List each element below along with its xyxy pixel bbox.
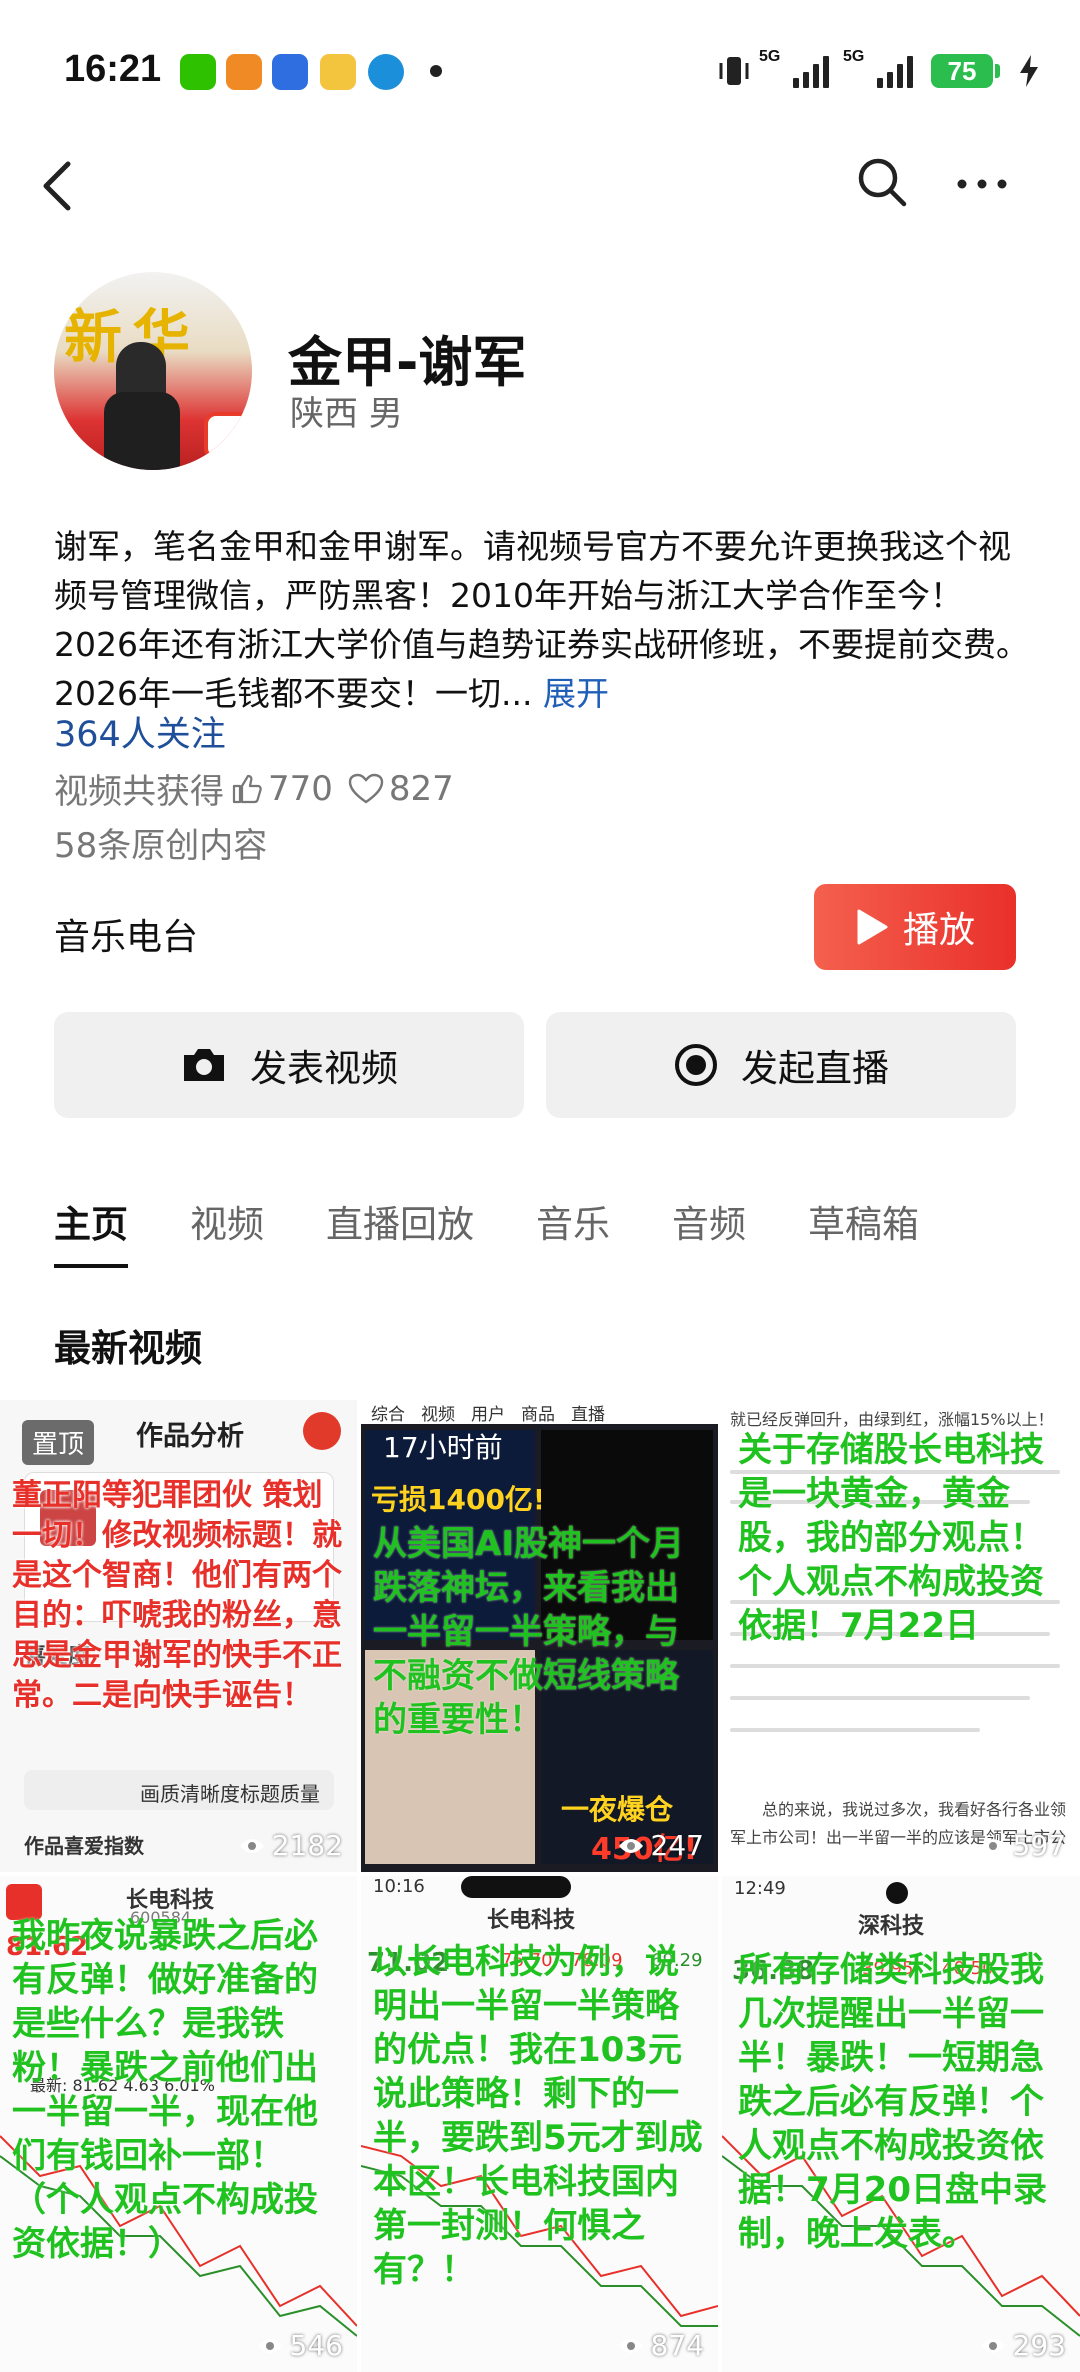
- profile-tabs: 主页 视频 直播回放 音乐 音频 草稿箱: [54, 1194, 981, 1268]
- more-button[interactable]: [952, 158, 1012, 210]
- play-label: 播放: [902, 910, 975, 951]
- view-count: 293: [979, 2329, 1066, 2362]
- time-badge: 17小时前: [383, 1431, 503, 1464]
- wechat-icon: [180, 54, 216, 90]
- tab-drafts[interactable]: 草稿箱: [808, 1194, 919, 1248]
- go-live-button[interactable]: 发起直播: [546, 1012, 1016, 1118]
- video-tile[interactable]: 作品分析 喜爱度 画质清晰度 标题质量 作品喜爱指数 置顶 董正阳等犯罪团伙 策…: [0, 1400, 357, 1872]
- views-icon: [618, 2338, 643, 2353]
- video-tile[interactable]: 长电科技 600584 81.62 最新: 81.62 4.63 6.01% 我…: [0, 1876, 357, 2372]
- video-tile[interactable]: 就已经反弹回升，由绿到红，涨幅15%以上！ 总的来说，我说过多次，我看好各行各业…: [722, 1400, 1080, 1872]
- views-icon: [239, 1838, 264, 1853]
- video-caption: 所有存储类科技股我几次提醒出一半留一半！暴跌！一短期急跌之后必有反弹！个人观点不…: [738, 1950, 1047, 2254]
- view-count: 597: [979, 1829, 1066, 1862]
- search-button[interactable]: [852, 152, 912, 212]
- status-right: 5G 5G 75: [717, 48, 1040, 92]
- following-count[interactable]: 364人关注: [54, 706, 226, 757]
- edge-icon: [368, 54, 404, 90]
- tab-audio[interactable]: 音频: [672, 1194, 746, 1248]
- view-count: 546: [256, 2329, 343, 2362]
- post-video-button[interactable]: 发表视频: [54, 1012, 524, 1118]
- app-58-icon: [226, 54, 262, 90]
- back-icon: [43, 161, 71, 211]
- go-live-label: 发起直播: [741, 1047, 889, 1090]
- status-time: 16:21: [64, 48, 162, 90]
- likes-count: 770: [268, 768, 333, 809]
- video-grid: 作品分析 喜爱度 画质清晰度 标题质量 作品喜爱指数 置顶 董正阳等犯罪团伙 策…: [0, 1400, 1080, 2372]
- charging-icon: [1020, 55, 1038, 87]
- weibo-icon: [320, 54, 356, 90]
- view-count: 2182: [238, 1829, 343, 1862]
- stock-app-icon: [272, 54, 308, 90]
- view-count: 874: [617, 2329, 704, 2362]
- music-radio-title: 音乐电台: [54, 917, 199, 958]
- bio-expand-link[interactable]: 展开: [543, 674, 609, 713]
- latest-videos-title: 最新视频: [54, 1327, 202, 1370]
- more-icon: [957, 179, 1007, 189]
- profile-bio: 谢军，笔名金甲和金甲谢军。请视频号官方不要允许更换我这个视频号管理微信，严防黑客…: [54, 522, 1034, 718]
- video-caption: 我昨夜说暴跌之后必有反弹！做好准备的是些什么？是我铁粉！暴跌之前他们出一半留一半…: [12, 1916, 318, 2264]
- video-tile[interactable]: 综合 视频 用户 商品 直播 亏损1400亿! 一夜爆仓 450亿! 17小时前…: [361, 1400, 718, 1872]
- heart-icon: [348, 773, 384, 803]
- pinned-badge: 置顶: [22, 1420, 95, 1465]
- video-caption: 以长电科技为例，说明出一半留一半策略的优点！我在103元说此策略！剩下的一半，要…: [373, 1942, 703, 2290]
- play-icon: [857, 909, 888, 945]
- signal-2-icon: 5G: [843, 48, 913, 88]
- play-button[interactable]: 播放: [814, 884, 1016, 970]
- video-caption: 从美国AI股神一个月跌落神坛，来看我出一半留一半策略，与不融资不做短线策略的重要…: [373, 1524, 684, 1740]
- tab-home[interactable]: 主页: [54, 1194, 128, 1268]
- original-content-count: 58条原创内容: [54, 826, 268, 866]
- post-video-label: 发表视频: [250, 1047, 398, 1090]
- profile-location-gender: 陕西 男: [290, 394, 403, 434]
- video-caption: 关于存储股长电科技 是一块黄金，黄金股，我的部分观点！个人观点不构成投资依据！7…: [738, 1430, 1044, 1646]
- view-count: 247: [617, 1829, 704, 1862]
- bio-text: 谢军，笔名金甲和金甲谢军。请视频号官方不要允许更换我这个视频号管理微信，严防黑客…: [54, 527, 1029, 713]
- more-notifications-dot: [430, 65, 442, 77]
- live-record-icon: [675, 1044, 717, 1086]
- video-caption: 董正阳等犯罪团伙 策划一切！修改视频标题！就是这个智商！他们有两个目的：吓唬我的…: [12, 1478, 342, 1713]
- battery-indicator: 75: [931, 54, 1000, 88]
- vibrate-icon: [719, 57, 749, 85]
- status-bar: 16:21 5G 5G 75: [0, 0, 1080, 140]
- hearts-count: 827: [388, 768, 454, 809]
- views-icon: [257, 2338, 282, 2353]
- back-button[interactable]: [28, 150, 88, 220]
- views-icon: [980, 1838, 1005, 1853]
- tab-videos[interactable]: 视频: [190, 1194, 264, 1248]
- likes-prefix: 视频共获得: [54, 772, 224, 812]
- thumb-title: 作品分析: [136, 1421, 244, 1452]
- views-icon: [618, 1838, 643, 1853]
- tab-live-replay[interactable]: 直播回放: [326, 1194, 474, 1248]
- camera-icon: [184, 1049, 224, 1081]
- avatar[interactable]: 新华: [54, 272, 252, 470]
- video-tile[interactable]: 10:16 长电科技 71.02 76.70 78.09 69.29 以长电科技…: [361, 1876, 718, 2372]
- likes-summary: 视频共获得 770 827: [54, 764, 454, 813]
- views-icon: [980, 2338, 1005, 2353]
- tab-music[interactable]: 音乐: [536, 1194, 610, 1248]
- signal-1-icon: 5G: [759, 48, 829, 88]
- video-tile[interactable]: 12:49 深科技 36.88 39.95 40.50 所有存储类科技股我几次提…: [722, 1876, 1080, 2372]
- thumbs-up-icon: [232, 774, 262, 803]
- search-icon: [858, 158, 907, 207]
